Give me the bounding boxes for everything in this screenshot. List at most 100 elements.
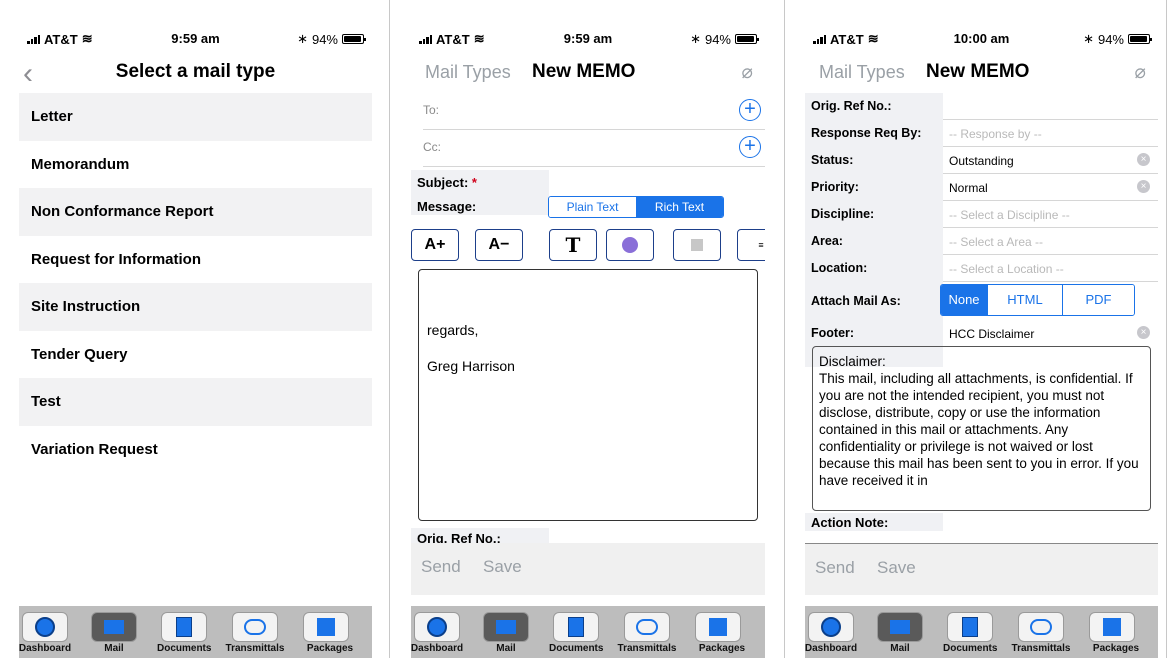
- tab-packages[interactable]: [303, 612, 349, 642]
- list-item-rfi[interactable]: Request for Information: [19, 236, 372, 284]
- send-button[interactable]: Send: [421, 557, 461, 577]
- attach-html-button[interactable]: HTML: [987, 285, 1062, 315]
- paperclip-icon[interactable]: ⌀: [1135, 61, 1146, 84]
- add-cc-icon[interactable]: +: [739, 136, 761, 158]
- tab-label: Mail: [496, 643, 516, 654]
- phone-screen: AT&T ≋ 9:59 am ∗ 94% ‹ Select a mail typ…: [19, 23, 372, 658]
- battery-icon: [735, 34, 759, 44]
- tab-label: Mail: [104, 643, 124, 654]
- tab-label: Transmittals: [1011, 643, 1071, 654]
- list-item-site-instruction[interactable]: Site Instruction: [19, 283, 372, 331]
- clear-icon[interactable]: ×: [1137, 180, 1150, 193]
- response-row[interactable]: Response Req By: -- Response by --: [805, 120, 1158, 147]
- response-placeholder: -- Response by --: [949, 127, 1042, 141]
- phone-screen: AT&T ≋ 9:59 am ∗ 94% Mail Types New MEMO…: [411, 23, 765, 658]
- increase-font-button[interactable]: A+: [411, 229, 459, 261]
- list-item-memorandum[interactable]: Memorandum: [19, 141, 372, 189]
- package-icon: [1103, 618, 1121, 636]
- tab-mail[interactable]: [483, 612, 529, 642]
- screenshot-new-memo-message: AT&T ≋ 9:59 am ∗ 94% Mail Types New MEMO…: [393, 0, 785, 658]
- tab-transmittals[interactable]: [232, 612, 278, 642]
- message-editor[interactable]: regards, Greg Harrison: [418, 269, 758, 521]
- tab-mail[interactable]: [91, 612, 137, 642]
- document-icon: [962, 617, 978, 637]
- plain-text-button[interactable]: Plain Text: [549, 197, 636, 217]
- package-icon: [317, 618, 335, 636]
- location-row[interactable]: Location: -- Select a Location --: [805, 255, 1158, 282]
- footer-label: Footer:: [811, 326, 855, 340]
- action-note-label: Action Note:: [811, 515, 889, 530]
- tab-bar: Dashboard Mail Documents Transmittals Pa…: [805, 606, 1158, 658]
- cc-row: Cc: +: [423, 130, 765, 167]
- priority-label: Priority:: [811, 180, 859, 194]
- tab-label: Dashboard: [19, 643, 72, 654]
- tab-label: Packages: [306, 643, 354, 654]
- tab-transmittals[interactable]: [1018, 612, 1064, 642]
- back-button-mail-types[interactable]: Mail Types: [425, 62, 511, 83]
- attach-none-button[interactable]: None: [941, 285, 987, 315]
- clear-icon[interactable]: ×: [1137, 326, 1150, 339]
- decrease-font-button[interactable]: A−: [475, 229, 523, 261]
- dashboard-icon: [427, 617, 447, 637]
- list-item-test[interactable]: Test: [19, 378, 372, 426]
- color-picker-button[interactable]: [606, 229, 654, 261]
- paperclip-icon[interactable]: ⌀: [742, 61, 753, 84]
- to-row: To: +: [423, 93, 765, 130]
- screenshot-new-memo-details: AT&T ≋ 10:00 am ∗ 94% Mail Types New MEM…: [788, 0, 1167, 658]
- tab-transmittals[interactable]: [624, 612, 670, 642]
- envelope-icon: [890, 620, 910, 634]
- discipline-label: Discipline:: [811, 207, 875, 221]
- text-style-button[interactable]: T: [549, 229, 597, 261]
- document-icon: [176, 617, 192, 637]
- area-row[interactable]: Area: -- Select a Area --: [805, 228, 1158, 255]
- bluetooth-icon: ∗: [690, 31, 701, 46]
- tab-mail[interactable]: [877, 612, 923, 642]
- status-bar: AT&T ≋ 9:59 am ∗ 94%: [19, 23, 372, 53]
- orig-ref-row[interactable]: Orig. Ref No.:: [805, 93, 1158, 120]
- footer-row[interactable]: Footer: HCC Disclaimer ×: [805, 320, 1158, 347]
- bottom-action-bar: Send Save: [411, 543, 765, 595]
- discipline-row[interactable]: Discipline: -- Select a Discipline --: [805, 201, 1158, 228]
- back-button-mail-types[interactable]: Mail Types: [819, 62, 905, 83]
- tab-label: Packages: [1092, 643, 1140, 654]
- rich-text-button[interactable]: Rich Text: [636, 197, 723, 217]
- tab-dashboard[interactable]: [414, 612, 460, 642]
- tab-packages[interactable]: [1089, 612, 1135, 642]
- list-item-variation-request[interactable]: Variation Request: [19, 426, 372, 474]
- list-item-tender-query[interactable]: Tender Query: [19, 331, 372, 379]
- list-button[interactable]: ≡: [737, 229, 765, 261]
- save-button[interactable]: Save: [877, 558, 916, 578]
- tab-packages[interactable]: [695, 612, 741, 642]
- list-item-letter[interactable]: Letter: [19, 93, 372, 141]
- tab-label: Dashboard: [805, 643, 858, 654]
- footer-text-area[interactable]: Disclaimer: This mail, including all att…: [812, 346, 1151, 511]
- list-item-ncr[interactable]: Non Conformance Report: [19, 188, 372, 236]
- envelope-icon: [104, 620, 124, 634]
- document-icon: [568, 617, 584, 637]
- status-row[interactable]: Status: Outstanding ×: [805, 147, 1158, 174]
- subject-label: Subject: *: [417, 175, 477, 190]
- format-button[interactable]: [673, 229, 721, 261]
- disclaimer-body: This mail, including all attachments, is…: [819, 371, 1139, 488]
- nav-bar: ‹ Select a mail type: [19, 53, 372, 93]
- clear-icon[interactable]: ×: [1137, 153, 1150, 166]
- save-button[interactable]: Save: [483, 557, 522, 577]
- priority-row[interactable]: Priority: Normal ×: [805, 174, 1158, 201]
- tab-documents[interactable]: [161, 612, 207, 642]
- message-signoff: regards,: [427, 322, 479, 338]
- tab-documents[interactable]: [553, 612, 599, 642]
- disclaimer-title: Disclaimer:: [819, 354, 886, 369]
- send-button[interactable]: Send: [815, 558, 855, 578]
- battery-icon: [342, 34, 366, 44]
- tab-label: Documents: [943, 643, 998, 654]
- tab-dashboard[interactable]: [22, 612, 68, 642]
- tab-documents[interactable]: [947, 612, 993, 642]
- attach-pdf-button[interactable]: PDF: [1062, 285, 1134, 315]
- tab-label: Mail: [890, 643, 910, 654]
- format-icon: [691, 239, 703, 251]
- tab-label: Transmittals: [617, 643, 677, 654]
- add-recipient-icon[interactable]: +: [739, 99, 761, 121]
- color-wheel-icon: [622, 237, 638, 253]
- location-label: Location:: [811, 261, 868, 275]
- tab-dashboard[interactable]: [808, 612, 854, 642]
